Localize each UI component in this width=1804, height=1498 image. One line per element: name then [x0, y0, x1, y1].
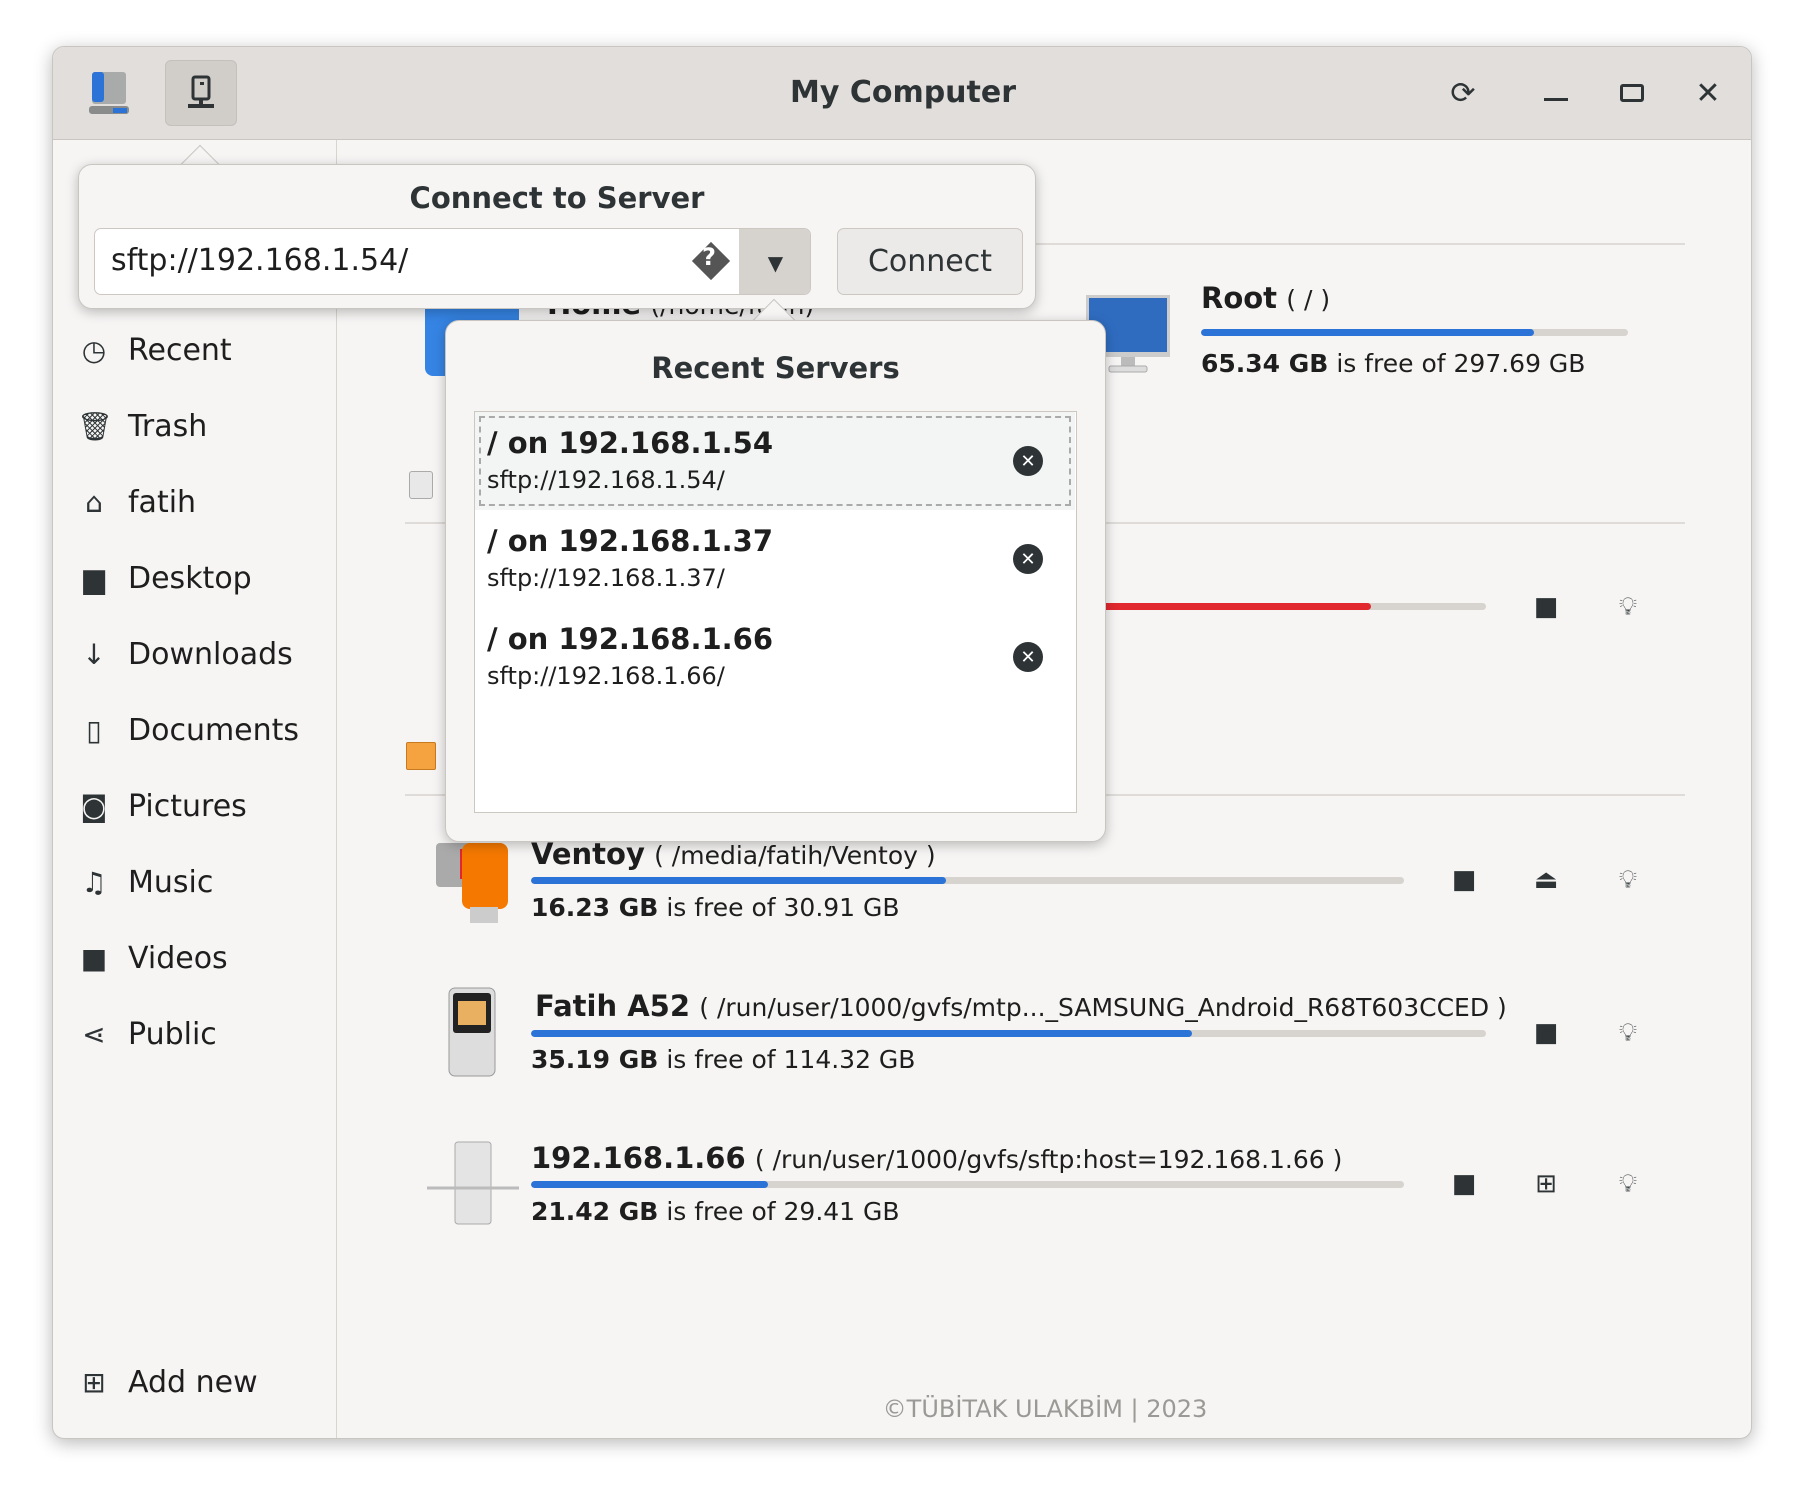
orange-drive-icon: [406, 742, 436, 770]
sftp-free-space: 21.42 GB is free of 29.41 GB: [531, 1197, 900, 1226]
sidebar-item-label: Videos: [128, 940, 228, 976]
clock-icon: ◷: [81, 333, 107, 367]
sidebar-item-label: Recent: [128, 332, 232, 368]
ventoy-drive-name[interactable]: Ventoy ( /media/fatih/Ventoy ): [531, 837, 936, 871]
phone-icon: [447, 987, 497, 1077]
remove-server-icon[interactable]: ✕: [1013, 446, 1043, 476]
recent-server-item[interactable]: / on 192.168.1.37 sftp://192.168.1.37/ ✕: [475, 510, 1075, 608]
window: My Computer ⟳ ✕ ◷ Recent 🗑 Trash ⌂ fatih ▆ Desk…: [52, 46, 1752, 1439]
sidebar-item-downloads[interactable]: ↓ Downloads: [77, 629, 293, 679]
sidebar-item-label: Pictures: [128, 788, 247, 824]
sidebar-item-label: Documents: [128, 712, 300, 748]
recent-servers-title: Recent Servers: [651, 351, 900, 385]
connect-button[interactable]: Connect: [837, 228, 1023, 295]
remove-server-icon[interactable]: ✕: [1013, 544, 1043, 574]
sidebar-item-videos[interactable]: ■ Videos: [77, 933, 228, 983]
sftp-drive-name[interactable]: 192.168.1.66 ( /run/user/1000/gvfs/sftp:…: [531, 1141, 1342, 1175]
sftp-usage-bar: [531, 1181, 1404, 1188]
refresh-icon[interactable]: ⟳: [1433, 63, 1493, 123]
phone-drive-name[interactable]: Fatih A52 ( /run/user/1000/gvfs/mtp..._S…: [535, 989, 1507, 1023]
document-icon: ▯: [86, 713, 102, 747]
sidebar-item-label: fatih: [128, 484, 197, 520]
phone-usage-bar: [531, 1030, 1486, 1037]
minimize-icon[interactable]: [1526, 63, 1586, 123]
lightbulb-icon[interactable]: 💡︎: [1608, 587, 1648, 627]
server-url: sftp://192.168.1.66/: [487, 662, 725, 690]
stop-icon[interactable]: ■: [1526, 587, 1566, 627]
remove-server-icon[interactable]: ✕: [1013, 642, 1043, 672]
sidebar-item-label: Public: [128, 1016, 217, 1052]
ventoy-free-space: 16.23 GB is free of 30.91 GB: [531, 893, 900, 922]
server-address-combo: sftp://192.168.1.54/ ? ▼: [94, 228, 811, 295]
maximize-icon[interactable]: [1602, 63, 1662, 123]
window-title: My Computer: [789, 75, 1017, 110]
folder-icon: ▆: [83, 561, 105, 595]
download-icon: ↓: [82, 637, 106, 671]
add-new-label: Add new: [128, 1364, 258, 1400]
close-icon[interactable]: ✕: [1678, 63, 1738, 123]
connect-to-server-popover: Connect to Server sftp://192.168.1.54/ ?…: [78, 164, 1036, 309]
root-free-space: 65.34 GB is free of 297.69 GB: [1201, 349, 1586, 378]
sidebar-item-label: Desktop: [128, 560, 252, 596]
server-url: sftp://192.168.1.54/: [487, 466, 725, 494]
lightbulb-icon[interactable]: 💡︎: [1608, 860, 1648, 900]
server-url: sftp://192.168.1.37/: [487, 564, 725, 592]
sidebar-item-pictures[interactable]: ◙ Pictures: [77, 781, 247, 831]
lightbulb-icon[interactable]: 💡︎: [1608, 1013, 1648, 1053]
hard-disk-icon: [409, 471, 433, 499]
bookmark-add-icon[interactable]: ⊞: [1526, 1164, 1566, 1204]
sidebar-item-music[interactable]: ♫ Music: [77, 857, 213, 907]
home-icon: ⌂: [85, 485, 103, 519]
stop-icon[interactable]: ■: [1526, 1013, 1566, 1053]
sidebar-item-trash[interactable]: 🗑 Trash: [77, 401, 207, 451]
connect-popover-title: Connect to Server: [409, 181, 705, 215]
sidebar-item-documents[interactable]: ▯ Documents: [77, 705, 299, 755]
camera-icon: ◙: [80, 789, 108, 823]
sidebar-item-label: Downloads: [128, 636, 293, 672]
recent-server-item[interactable]: / on 192.168.1.54 sftp://192.168.1.54/ ✕: [475, 412, 1075, 510]
footer-copyright: ©TÜBİTAK ULAKBİM | 2023: [882, 1395, 1208, 1423]
sidebar-item-label: Trash: [128, 408, 208, 444]
stop-icon[interactable]: ■: [1444, 860, 1484, 900]
network-server-icon: [427, 1140, 519, 1226]
sidebar-item-recent[interactable]: ◷ Recent: [77, 325, 232, 375]
recent-servers-dropdown-button[interactable]: ▼: [739, 229, 810, 294]
server-title: / on 192.168.1.37: [487, 524, 774, 558]
recent-servers-list: / on 192.168.1.54 sftp://192.168.1.54/✕ / …: [474, 411, 1077, 813]
add-new-button[interactable]: ⊞ Add new: [77, 1357, 258, 1407]
lightbulb-icon[interactable]: 💡︎: [1608, 1164, 1648, 1204]
server-title: / on 192.168.1.66: [487, 622, 774, 656]
trash-icon: 🗑: [77, 409, 113, 443]
stop-icon[interactable]: ■: [1444, 1164, 1484, 1204]
sidebar-item-label: Music: [128, 864, 214, 900]
root-drive-name[interactable]: Root ( / ): [1201, 281, 1330, 315]
recent-servers-popover: Recent Servers / on 192.168.1.54 sftp://1…: [445, 320, 1106, 842]
bookmark-add-icon: ⊞: [82, 1365, 106, 1399]
server-address-input[interactable]: sftp://192.168.1.54/: [111, 243, 408, 278]
music-icon: ♫: [81, 865, 107, 899]
sidebar-item-desktop[interactable]: ▆ Desktop: [77, 553, 252, 603]
root-usage-bar: [1201, 329, 1628, 336]
eject-icon[interactable]: ⏏: [1526, 860, 1566, 900]
sidebar-item-public[interactable]: ⋖ Public: [77, 1009, 217, 1059]
recent-server-item[interactable]: / on 192.168.1.66 sftp://192.168.1.66/ ✕: [475, 608, 1075, 706]
server-title: / on 192.168.1.54: [487, 426, 774, 460]
header-bar: My Computer ⟳ ✕: [53, 47, 1751, 140]
share-icon: ⋖: [82, 1017, 106, 1051]
sidebar-item-fatih[interactable]: ⌂ fatih: [77, 477, 196, 527]
ventoy-usage-bar: [531, 877, 1404, 884]
phone-free-space: 35.19 GB is free of 114.32 GB: [531, 1045, 916, 1074]
video-icon: ■: [80, 941, 108, 975]
usb-drive-icon: [430, 841, 511, 925]
